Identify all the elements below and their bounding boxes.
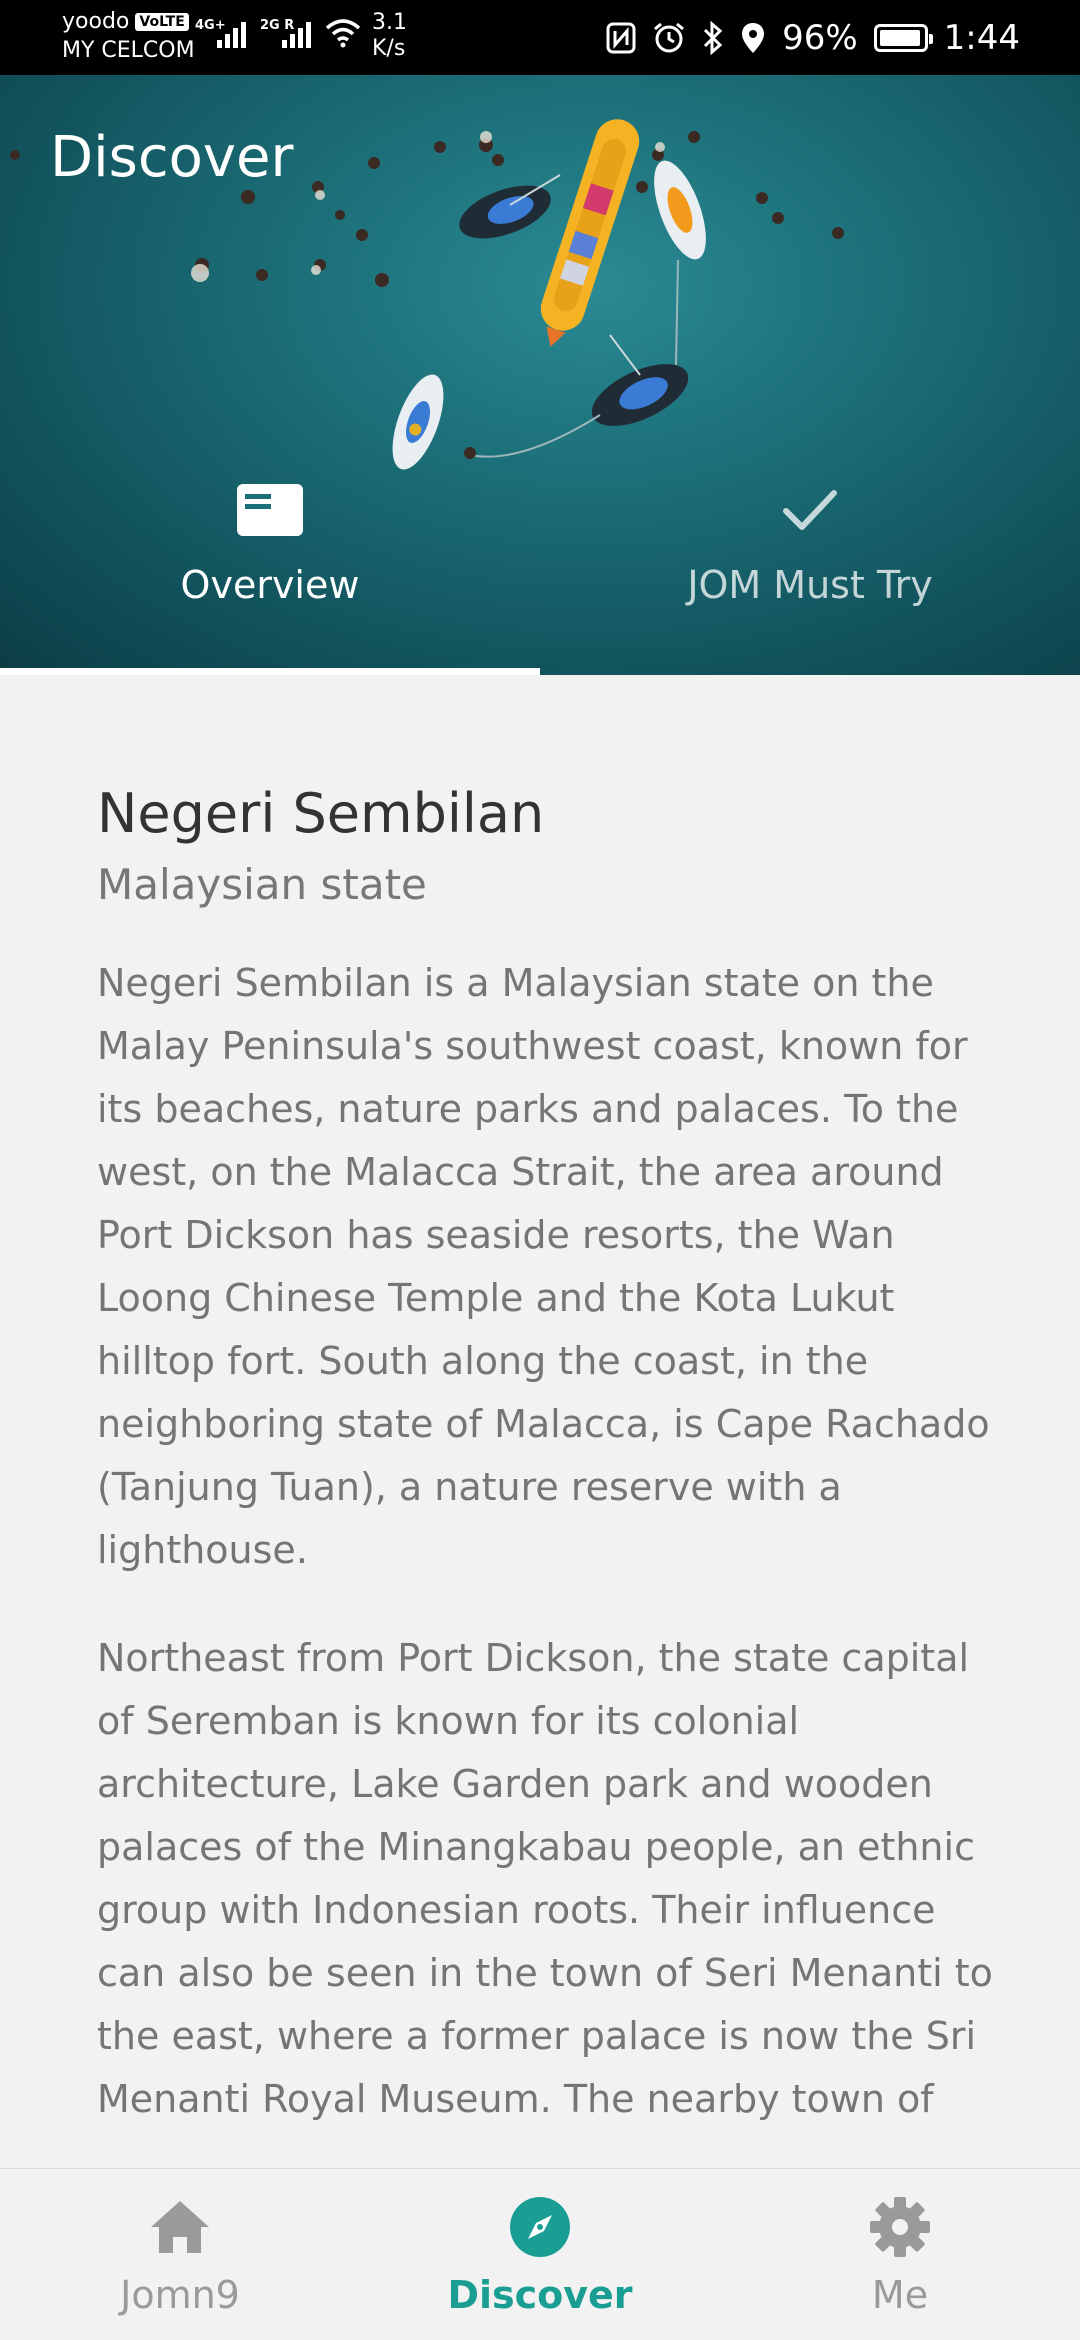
signal-strength-icon: 2G R bbox=[260, 14, 311, 48]
place-type: Malaysian state bbox=[97, 860, 427, 909]
compass-icon bbox=[508, 2191, 572, 2263]
location-icon bbox=[742, 22, 765, 53]
tab-jom-must-try[interactable]: JOM Must Try bbox=[540, 475, 1080, 675]
bluetooth-icon bbox=[704, 20, 723, 55]
signal-indicators: 4G+ 2G R bbox=[195, 14, 361, 48]
place-name: Negeri Sembilan bbox=[97, 782, 545, 845]
nav-label-discover: Discover bbox=[447, 2273, 633, 2317]
nfc-icon bbox=[606, 22, 636, 53]
tab-overview[interactable]: Overview bbox=[0, 475, 540, 675]
tab-jom-must-try-label: JOM Must Try bbox=[687, 563, 933, 607]
nav-item-me[interactable]: Me bbox=[720, 2169, 1080, 2340]
nav-label-me: Me bbox=[871, 2273, 929, 2317]
volte-badge: VoLTE bbox=[135, 13, 189, 31]
network-speed: 3.1 K/s bbox=[372, 10, 407, 61]
battery-icon bbox=[873, 23, 933, 52]
page-title: Discover bbox=[50, 125, 294, 190]
battery-percent: 96% bbox=[782, 17, 858, 58]
active-tab-indicator bbox=[0, 668, 540, 675]
check-icon bbox=[780, 475, 840, 545]
hero-banner: Discover Overview JOM Must Try bbox=[0, 75, 1080, 675]
alarm-icon bbox=[654, 22, 685, 52]
card-icon bbox=[235, 475, 305, 545]
carrier-info: yoodo VoLTE MY CELCOM bbox=[62, 8, 195, 66]
overview-content: Negeri Sembilan Malaysian state Negeri S… bbox=[97, 780, 997, 2131]
signal-strength-icon: 4G+ bbox=[195, 14, 246, 48]
status-bar: yoodo VoLTE MY CELCOM 4G+ 2G R 3.1 K/s 9… bbox=[0, 0, 1080, 75]
gear-icon bbox=[869, 2191, 931, 2263]
nav-item-jomn9[interactable]: Jomn9 bbox=[0, 2169, 360, 2340]
carrier-name-secondary: MY CELCOM bbox=[62, 38, 195, 63]
wifi-icon bbox=[325, 19, 361, 48]
bottom-navigation: Jomn9 Discover Me bbox=[0, 2168, 1080, 2340]
tab-overview-label: Overview bbox=[180, 563, 360, 607]
nav-item-discover[interactable]: Discover bbox=[360, 2169, 720, 2340]
home-icon bbox=[149, 2191, 211, 2263]
carrier-name: yoodo bbox=[62, 9, 130, 34]
status-icons: 96% 1:44 bbox=[606, 0, 1020, 75]
description-paragraph: Northeast from Port Dickson, the state c… bbox=[97, 1636, 993, 2121]
clock: 1:44 bbox=[943, 17, 1020, 58]
nav-label-jomn9: Jomn9 bbox=[120, 2273, 240, 2317]
description-paragraph: Negeri Sembilan is a Malaysian state on … bbox=[97, 961, 990, 1572]
